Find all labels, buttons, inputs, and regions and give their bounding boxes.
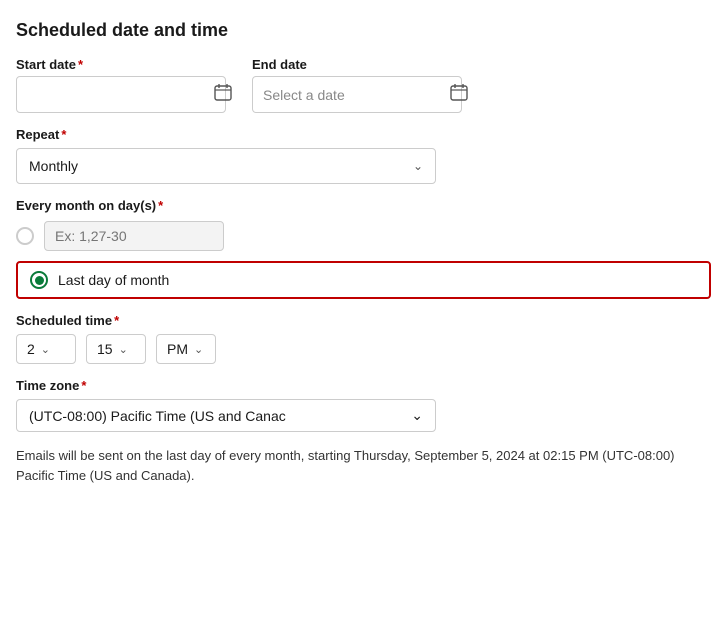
start-date-label: Start date * xyxy=(16,57,236,72)
page-title: Scheduled date and time xyxy=(16,20,711,41)
minute-chevron-icon: ⌄ xyxy=(119,343,128,356)
day-number-input[interactable] xyxy=(44,221,224,251)
timezone-label: Time zone * xyxy=(16,378,711,393)
scheduled-time-required: * xyxy=(114,313,119,328)
repeat-required: * xyxy=(61,127,66,142)
repeat-dropdown[interactable]: Monthly ⌄ xyxy=(16,148,436,184)
repeat-chevron-icon: ⌄ xyxy=(413,159,423,173)
hour-chevron-icon: ⌄ xyxy=(41,343,50,356)
repeat-value: Monthly xyxy=(29,158,78,174)
every-month-required: * xyxy=(158,198,163,213)
period-value: PM xyxy=(167,341,188,357)
repeat-label: Repeat * xyxy=(16,127,711,142)
scheduled-time-label: Scheduled time * xyxy=(16,313,711,328)
day-number-option xyxy=(16,221,711,251)
hour-value: 2 xyxy=(27,341,35,357)
timezone-chevron-icon: ⌄ xyxy=(411,407,423,424)
timezone-required: * xyxy=(81,378,86,393)
start-date-calendar-icon xyxy=(214,83,232,106)
period-dropdown[interactable]: PM ⌄ xyxy=(156,334,216,364)
day-number-radio[interactable] xyxy=(16,227,34,245)
footer-note: Emails will be sent on the last day of e… xyxy=(16,446,696,485)
end-date-input[interactable] xyxy=(252,76,462,113)
end-date-field[interactable] xyxy=(263,87,444,103)
start-date-required: * xyxy=(78,57,83,72)
minute-dropdown[interactable]: 15 ⌄ xyxy=(86,334,146,364)
start-date-input[interactable]: 9/5/2024 xyxy=(16,76,226,113)
minute-value: 15 xyxy=(97,341,113,357)
timezone-dropdown[interactable]: (UTC-08:00) Pacific Time (US and Canac ⌄ xyxy=(16,399,436,432)
last-day-label: Last day of month xyxy=(58,272,169,288)
end-date-calendar-icon xyxy=(450,83,468,106)
hour-dropdown[interactable]: 2 ⌄ xyxy=(16,334,76,364)
end-date-label: End date xyxy=(252,57,472,72)
last-day-option[interactable]: Last day of month xyxy=(16,261,711,299)
every-month-label: Every month on day(s) * xyxy=(16,198,711,213)
start-date-field[interactable]: 9/5/2024 xyxy=(27,87,208,103)
timezone-value: (UTC-08:00) Pacific Time (US and Canac xyxy=(29,408,286,424)
period-chevron-icon: ⌄ xyxy=(194,343,203,356)
last-day-radio[interactable] xyxy=(30,271,48,289)
